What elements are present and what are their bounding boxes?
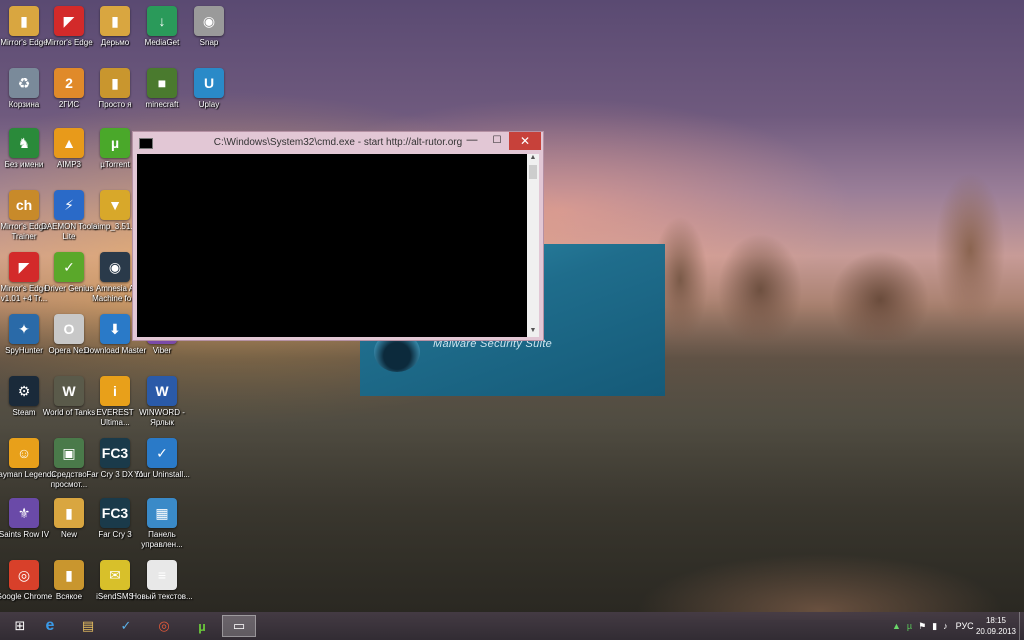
text-file-icon: ≡ [147,560,177,590]
spyhunter-icon: ✦ [9,314,39,344]
desktop-icon[interactable]: U Uplay [177,68,241,110]
taskbar-internet-explorer[interactable]: e [34,615,66,637]
close-button[interactable]: ✕ [509,132,541,150]
desktop-icon[interactable]: ◉ Snap [177,6,241,48]
utorrent-icon: µ [100,128,130,158]
desktop-icon-label: WINWORD - Ярлык [139,408,185,427]
tray-utorrent-icon[interactable]: µ [907,621,912,631]
desktop-icon-label: Snap [199,38,219,47]
cmd-window[interactable]: C:\Windows\System32\cmd.exe - start http… [132,131,544,341]
opera-icon: O [54,314,84,344]
everest-icon: i [100,376,130,406]
scroll-thumb[interactable] [529,165,537,179]
taskbar-file-explorer[interactable]: ▤ [72,615,104,637]
system-tray: ▲ µ ⚑ ▮ ♪ РУС [892,612,974,640]
chrome-icon: ◎ [9,560,39,590]
taskbar-chrome[interactable]: ◎ [148,615,180,637]
far-cry-icon: FC3 [100,498,130,528]
steam-icon: ⚙ [9,376,39,406]
far-cry-icon: FC3 [100,438,130,468]
taskbar-cmd[interactable]: ▭ [222,615,256,637]
viewer-icon: ▣ [54,438,84,468]
file-explorer-icon: ▤ [81,618,95,633]
saints-row-icon: ⚜ [9,498,39,528]
rayman-icon: ☺ [9,438,39,468]
utorrent-icon: µ [198,618,206,634]
desktop-icon-label: Панель управлен... [141,530,183,549]
tray-volume-icon[interactable]: ♪ [943,621,948,631]
wallpaper-rocks [640,140,1024,340]
taskbar-clock[interactable]: 18:15 20.09.2013 [976,615,1016,637]
desktop-icon-label: Your Uninstall... [134,470,190,479]
scroll-down-arrow-icon[interactable]: ▼ [527,327,539,337]
mirrors-edge-icon: ◤ [9,252,39,282]
uninstaller-icon: ✓ [147,438,177,468]
tray-signal-icon[interactable]: ▮ [932,621,937,632]
desktop-icon-label: Новый текстов... [131,592,193,601]
aimp-icon: ▲ [54,128,84,158]
folder-icon: ▮ [9,6,39,36]
daemon-tools-icon: ⚡ [54,190,84,220]
vertical-scrollbar[interactable]: ▲ ▼ [527,154,539,337]
minimize-button[interactable]: — [459,132,485,150]
tray-flag-icon[interactable]: ⚑ [918,621,926,632]
desktop-icon[interactable]: ≡ Новый текстов... [130,560,194,602]
control-panel-icon: ▦ [147,498,177,528]
desktop-icon[interactable]: ✓ Your Uninstall... [130,438,194,480]
amnesia-icon: ◉ [100,252,130,282]
uninstaller-icon: ✓ [120,618,132,633]
isendsms-icon: ✉ [100,560,130,590]
uplay-icon: U [194,68,224,98]
clock-time: 18:15 [985,616,1006,625]
start-button[interactable]: ⊞ [4,615,36,637]
recycle-bin-icon: ♻ [9,68,39,98]
mediaget-icon: ↓ [147,6,177,36]
2gis-icon: 2 [54,68,84,98]
scroll-up-arrow-icon[interactable]: ▲ [527,154,539,164]
tray-network-activity-icon[interactable]: ▲ [892,621,901,631]
minecraft-icon: ■ [147,68,177,98]
tray-language-indicator[interactable]: РУС [956,621,974,631]
clock-date: 20.09.2013 [975,627,1016,636]
download-master-icon: ⬇ [100,314,130,344]
cmd-console-area[interactable] [137,154,528,337]
world-of-tanks-icon: W [54,376,84,406]
taskbar-utorrent[interactable]: µ [186,615,218,637]
taskbar: ⊞ e ▤ ✓ ◎ µ ▭ ▲ µ ⚑ ▮ ♪ РУС 18:15 20.09.… [0,612,1024,640]
mirrors-edge-icon: ◤ [54,6,84,36]
desktop-icon[interactable]: W WINWORD - Ярлык [130,376,194,428]
folder-icon: ▮ [100,6,130,36]
windows-logo-icon: ⊞ [14,618,26,633]
game-icon: ♞ [9,128,39,158]
driver-genius-icon: ✓ [54,252,84,282]
desktop-icon-label: Uplay [198,100,220,109]
folder-icon: ▮ [54,560,84,590]
folder-icon: ▮ [54,498,84,528]
maximize-button[interactable]: ☐ [484,132,510,150]
cmd-icon: ▭ [232,618,246,633]
chrome-icon: ◎ [158,618,170,633]
taskbar-uninstaller[interactable]: ✓ [110,615,142,637]
internet-explorer-icon: e [45,617,55,634]
show-desktop-button[interactable] [1019,612,1024,640]
folder-icon: ▮ [100,68,130,98]
desktop-icon-label: Viber [152,346,172,355]
camera-icon: ◉ [194,6,224,36]
installer-icon: ▼ [100,190,130,220]
word-icon: W [147,376,177,406]
trainer-icon: ch [9,190,39,220]
desktop-icon[interactable]: ▦ Панель управлен... [130,498,194,550]
